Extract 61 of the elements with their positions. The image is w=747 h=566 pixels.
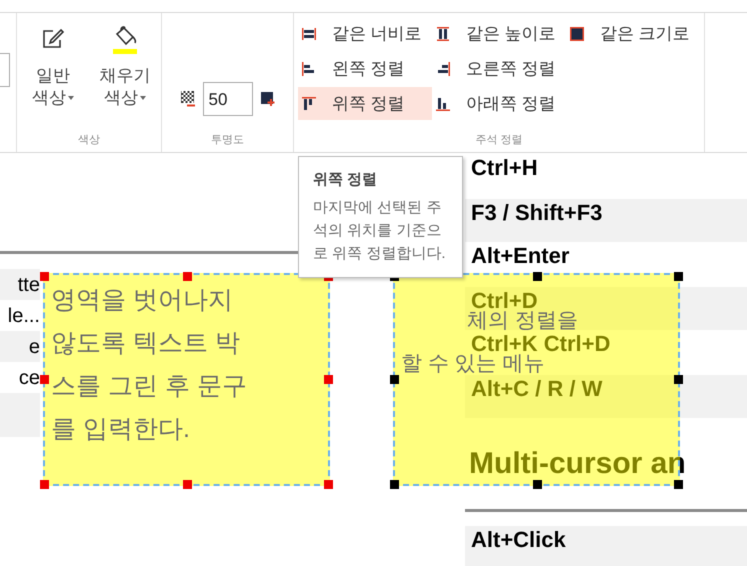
shortcut-text: Ctrl+K Ctrl+D <box>471 333 610 355</box>
checkerboard-icon <box>180 91 194 108</box>
align-button[interactable]: 오른쪽 정렬 <box>432 52 566 85</box>
shortcut-text: Alt+Enter <box>471 245 570 267</box>
shortcut-text: Alt+Click <box>471 529 566 551</box>
selection-handle[interactable] <box>533 272 542 281</box>
group-label: 색상 <box>78 132 100 148</box>
caret-icon <box>140 96 146 100</box>
table-cell-text: le... <box>8 304 40 328</box>
note-text: 않도록 텍스트 박 <box>51 328 241 359</box>
table-cell-text: e <box>28 334 40 360</box>
shortcut-text: Ctrl+D <box>471 290 538 312</box>
align-button[interactable]: 위쪽 정렬 <box>298 87 432 120</box>
transparency-field[interactable]: 50 <box>202 82 252 116</box>
selection-handle[interactable] <box>40 480 49 489</box>
pencil-square-icon <box>41 27 65 51</box>
note-text: 영역을 벗어나지 <box>51 285 234 316</box>
color-button[interactable]: 채우기 색상 <box>96 21 154 132</box>
align-icon <box>436 96 450 110</box>
align-icon <box>302 26 316 40</box>
table-cell-text: ce <box>18 366 40 390</box>
selection-handle[interactable] <box>674 375 683 384</box>
align-icon <box>302 96 316 110</box>
paint-bucket-icon <box>111 24 139 54</box>
selection-handle[interactable] <box>533 480 542 489</box>
selection-handle[interactable] <box>674 272 683 281</box>
selection-handle[interactable] <box>324 480 333 489</box>
note-text: 스를 그린 후 문구 <box>51 371 248 402</box>
note-text: 체의 정렬을 <box>467 311 578 331</box>
square-plus-icon <box>260 92 274 107</box>
note-text: 를 입력한다. <box>51 414 191 445</box>
align-button[interactable]: 왼쪽 정렬 <box>298 52 432 85</box>
align-icon <box>570 26 584 40</box>
caret-icon <box>68 96 74 100</box>
note-text: 할 수 있는 메뉴 <box>401 354 545 374</box>
selection-handle[interactable] <box>40 272 49 281</box>
selection-handle[interactable] <box>183 480 192 489</box>
align-button[interactable]: 아래쪽 정렬 <box>432 87 566 120</box>
selection-handle[interactable] <box>390 375 399 384</box>
sticky-note[interactable]: 영역을 벗어나지 않도록 텍스트 박 스를 그린 후 문구 를 입력한다. <box>43 273 330 486</box>
align-button[interactable]: 같은 크기로 <box>566 17 696 50</box>
align-button[interactable]: 같은 높이로 <box>432 17 566 50</box>
align-icon <box>436 62 450 76</box>
selection-handle[interactable] <box>390 480 399 489</box>
tooltip-title: 위쪽 정렬 <box>313 170 378 190</box>
group-label: 주석 정렬 <box>475 132 523 148</box>
dropdown-field[interactable] <box>0 53 10 87</box>
align-icon <box>302 62 316 76</box>
selection-handle[interactable] <box>324 375 333 384</box>
shortcut-text: F3 / Shift+F3 <box>471 202 602 224</box>
selection-handle[interactable] <box>183 272 192 281</box>
selection-handle[interactable] <box>674 480 683 489</box>
selection-handle[interactable] <box>40 375 49 384</box>
shortcut-text: Alt+C / R / W <box>471 378 602 400</box>
shortcut-text: Ctrl+H <box>471 157 538 179</box>
tooltip-text: 마지막에 선택된 주석의 위치를 기준으로 위쪽 정렬합니다. <box>313 198 447 264</box>
table-cell-text: tte <box>18 272 40 298</box>
color-button[interactable]: 일반 색상 <box>24 21 82 132</box>
group-label: 투명도 <box>211 132 244 148</box>
align-icon <box>436 26 450 40</box>
align-button[interactable]: 같은 너비로 <box>298 17 432 50</box>
